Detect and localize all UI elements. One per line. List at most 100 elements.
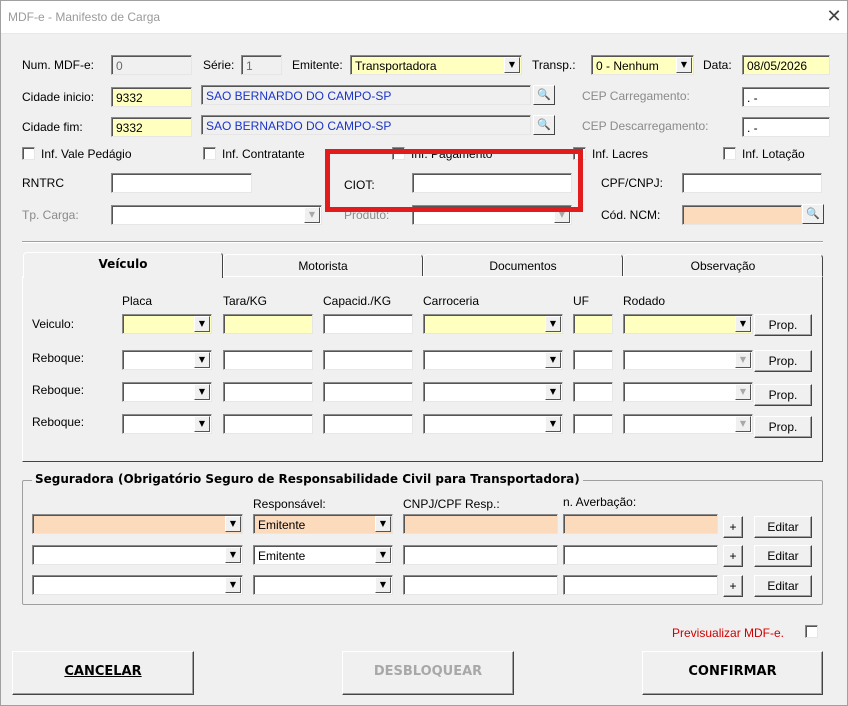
cidade-fim-code-field[interactable]: 9332 [111, 117, 192, 137]
editar-button[interactable]: Editar [754, 545, 812, 567]
rodado-select[interactable]: ▼ [623, 414, 753, 434]
add-averbacao-button[interactable]: + [723, 516, 743, 538]
search-icon[interactable]: 🔍 [802, 204, 824, 224]
cancelar-button[interactable]: CANCELAR [12, 651, 194, 695]
row-label-reboque: Reboque: [32, 383, 85, 397]
chevron-down-icon[interactable]: ▼ [375, 516, 391, 532]
chevron-down-icon[interactable]: ▼ [735, 416, 751, 432]
chevron-down-icon[interactable]: ▼ [225, 547, 241, 563]
add-averbacao-button[interactable]: + [723, 545, 743, 567]
num-mdfe-field[interactable]: 0 [111, 55, 192, 75]
chevron-down-icon[interactable]: ▼ [225, 516, 241, 532]
editar-button[interactable]: Editar [754, 516, 812, 538]
prop-button[interactable]: Prop. [754, 384, 812, 406]
chevron-down-icon[interactable]: ▼ [194, 316, 210, 332]
cep-descarregamento-field[interactable]: . - [742, 117, 830, 137]
prop-button[interactable]: Prop. [754, 416, 812, 438]
chevron-down-icon[interactable]: ▼ [735, 316, 751, 332]
contratante-label: Inf. Contratante [222, 147, 305, 161]
seguradora-select[interactable]: ▼ [32, 575, 243, 595]
col-placa: Placa [122, 294, 153, 308]
cpf-cnpj-field[interactable] [682, 173, 822, 193]
chevron-down-icon[interactable]: ▼ [304, 207, 320, 223]
lotacao-checkbox[interactable] [723, 147, 736, 160]
capacidade-field[interactable] [323, 382, 413, 402]
uf-field[interactable] [573, 314, 613, 334]
tab-veiculo[interactable]: Veículo [23, 252, 223, 278]
tara-field[interactable] [223, 314, 313, 334]
cep-carregamento-label: CEP Carregamento: [582, 89, 690, 103]
contratante-checkbox[interactable] [203, 147, 216, 160]
emitente-select[interactable]: Transportadora ▼ [350, 55, 522, 75]
desbloquear-button[interactable]: DESBLOQUEAR [342, 651, 514, 695]
chevron-down-icon[interactable]: ▼ [194, 384, 210, 400]
chevron-down-icon[interactable]: ▼ [735, 384, 751, 400]
cnpj-resp-field[interactable] [403, 514, 558, 534]
tab-documentos[interactable]: Documentos [423, 254, 623, 277]
col-capacidade: Capacid./KG [323, 294, 392, 308]
chevron-down-icon[interactable]: ▼ [375, 577, 391, 593]
tab-observacao[interactable]: Observação [623, 254, 823, 277]
rodado-select[interactable]: ▼ [623, 314, 753, 334]
carroceria-select[interactable]: ▼ [423, 314, 563, 334]
tp-carga-select[interactable]: ▼ [111, 205, 322, 225]
previsualizar-checkbox[interactable] [805, 625, 818, 638]
chevron-down-icon[interactable]: ▼ [194, 416, 210, 432]
cnpj-resp-field[interactable] [403, 575, 558, 595]
chevron-down-icon[interactable]: ▼ [545, 316, 561, 332]
chevron-down-icon[interactable]: ▼ [676, 57, 692, 73]
chevron-down-icon[interactable]: ▼ [375, 547, 391, 563]
rodado-select[interactable]: ▼ [623, 350, 753, 370]
chevron-down-icon[interactable]: ▼ [194, 352, 210, 368]
seguradora-select[interactable]: ▼ [32, 514, 243, 534]
placa-select[interactable]: ▼ [122, 350, 212, 370]
cep-carregamento-field[interactable]: . - [742, 87, 830, 107]
chevron-down-icon[interactable]: ▼ [735, 352, 751, 368]
carroceria-select[interactable]: ▼ [423, 350, 563, 370]
carroceria-select[interactable]: ▼ [423, 382, 563, 402]
cidade-inicio-code-field[interactable]: 9332 [111, 87, 192, 107]
averbacao-field[interactable] [563, 545, 718, 565]
tab-motorista[interactable]: Motorista [223, 254, 423, 277]
carroceria-select[interactable]: ▼ [423, 414, 563, 434]
uf-field[interactable] [573, 382, 613, 402]
placa-select[interactable]: ▼ [122, 414, 212, 434]
prop-button[interactable]: Prop. [754, 350, 812, 372]
placa-select[interactable]: ▼ [122, 314, 212, 334]
chevron-down-icon[interactable]: ▼ [545, 352, 561, 368]
tara-field[interactable] [223, 382, 313, 402]
editar-button[interactable]: Editar [754, 575, 812, 597]
search-icon[interactable]: 🔍 [533, 85, 555, 105]
search-icon[interactable]: 🔍 [533, 115, 555, 135]
rodado-select[interactable]: ▼ [623, 382, 753, 402]
close-icon[interactable]: ✕ [821, 1, 847, 34]
prop-button[interactable]: Prop. [754, 314, 812, 336]
cnpj-resp-field[interactable] [403, 545, 558, 565]
vale-pedagio-checkbox[interactable] [22, 147, 35, 160]
serie-field[interactable]: 1 [241, 55, 282, 75]
ncm-field[interactable] [682, 205, 802, 225]
chevron-down-icon[interactable]: ▼ [545, 416, 561, 432]
chevron-down-icon[interactable]: ▼ [504, 57, 520, 73]
responsavel-select[interactable]: Emitente ▼ [253, 514, 393, 534]
uf-field[interactable] [573, 414, 613, 434]
capacidade-field[interactable] [323, 314, 413, 334]
tara-field[interactable] [223, 414, 313, 434]
rntrc-field[interactable] [111, 173, 252, 193]
capacidade-field[interactable] [323, 350, 413, 370]
chevron-down-icon[interactable]: ▼ [225, 577, 241, 593]
uf-field[interactable] [573, 350, 613, 370]
seguradora-select[interactable]: ▼ [32, 545, 243, 565]
responsavel-select[interactable]: Emitente ▼ [253, 545, 393, 565]
capacidade-field[interactable] [323, 414, 413, 434]
responsavel-select[interactable]: ▼ [253, 575, 393, 595]
tara-field[interactable] [223, 350, 313, 370]
confirmar-button[interactable]: CONFIRMAR [642, 651, 823, 695]
data-field[interactable]: 08/05/2026 [742, 55, 830, 75]
transp-select[interactable]: 0 - Nenhum ▼ [591, 55, 694, 75]
averbacao-field[interactable] [563, 575, 718, 595]
placa-select[interactable]: ▼ [122, 382, 212, 402]
averbacao-field[interactable] [563, 514, 718, 534]
chevron-down-icon[interactable]: ▼ [545, 384, 561, 400]
add-averbacao-button[interactable]: + [723, 575, 743, 597]
